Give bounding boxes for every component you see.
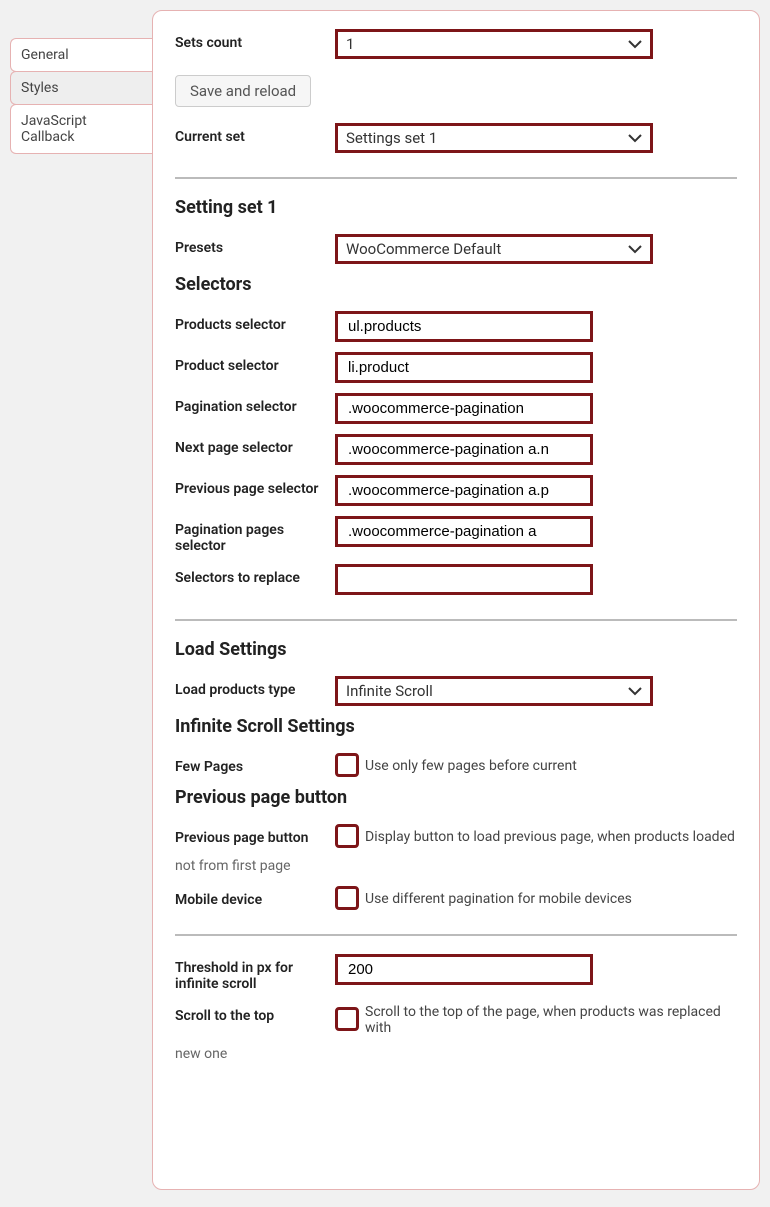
previous-page-button-checkbox[interactable] [335,824,359,848]
chevron-down-icon [628,244,642,254]
tab-styles[interactable]: Styles [10,71,152,105]
mobile-device-text: Use different pagination for mobile devi… [365,889,632,907]
threshold-input[interactable] [335,954,593,985]
few-pages-checkbox[interactable] [335,753,359,777]
products-selector-input[interactable] [335,311,593,342]
load-settings-heading: Load Settings [175,639,737,660]
divider [175,619,737,621]
scroll-to-top-checkbox[interactable] [335,1007,359,1031]
current-set-label: Current set [175,123,335,145]
pagination-pages-selector-label: Pagination pages selector [175,516,335,554]
few-pages-text: Use only few pages before current [365,756,577,774]
previous-page-button-text: Display button to load previous page, wh… [365,827,735,845]
presets-label: Presets [175,234,335,256]
previous-page-selector-label: Previous page selector [175,475,335,497]
pagination-selector-label: Pagination selector [175,393,335,415]
current-set-select[interactable]: Settings set 1 [335,123,653,153]
divider [175,177,737,179]
next-page-selector-label: Next page selector [175,434,335,456]
tab-javascript-callback[interactable]: JavaScript Callback [10,104,152,154]
few-pages-label: Few Pages [175,753,335,775]
threshold-label: Threshold in px for infinite scroll [175,954,335,992]
scroll-to-top-label: Scroll to the top [175,1002,335,1024]
load-products-type-select[interactable]: Infinite Scroll [335,676,653,706]
scroll-to-top-text: Scroll to the top of the page, when prod… [365,1002,737,1036]
setting-set-heading: Setting set 1 [175,197,737,218]
sets-count-select[interactable]: 1 [335,29,653,59]
previous-page-button-label: Previous page button [175,824,335,846]
save-and-reload-button[interactable]: Save and reload [175,75,311,107]
settings-tabs: General Styles JavaScript Callback [10,38,152,153]
next-page-selector-input[interactable] [335,434,593,465]
sets-count-label: Sets count [175,29,335,51]
products-selector-label: Products selector [175,311,335,333]
load-products-type-label: Load products type [175,676,335,698]
mobile-device-checkbox[interactable] [335,886,359,910]
pagination-pages-selector-input[interactable] [335,516,593,547]
selectors-to-replace-label: Selectors to replace [175,564,335,586]
divider [175,934,737,936]
pagination-selector-input[interactable] [335,393,593,424]
infinite-scroll-heading: Infinite Scroll Settings [175,716,737,737]
chevron-down-icon [628,133,642,143]
mobile-device-label: Mobile device [175,886,335,908]
settings-panel: Sets count 1 Save and reload Current set [152,10,760,1190]
previous-page-selector-input[interactable] [335,475,593,506]
selectors-heading: Selectors [175,274,737,295]
chevron-down-icon [628,686,642,696]
tab-general[interactable]: General [10,38,152,72]
presets-select[interactable]: WooCommerce Default [335,234,653,264]
previous-page-button-heading: Previous page button [175,787,737,808]
product-selector-label: Product selector [175,352,335,374]
previous-page-button-note: not from first page [175,858,737,874]
selectors-to-replace-input[interactable] [335,564,593,595]
chevron-down-icon [628,39,642,49]
product-selector-input[interactable] [335,352,593,383]
scroll-to-top-note: new one [175,1046,737,1062]
